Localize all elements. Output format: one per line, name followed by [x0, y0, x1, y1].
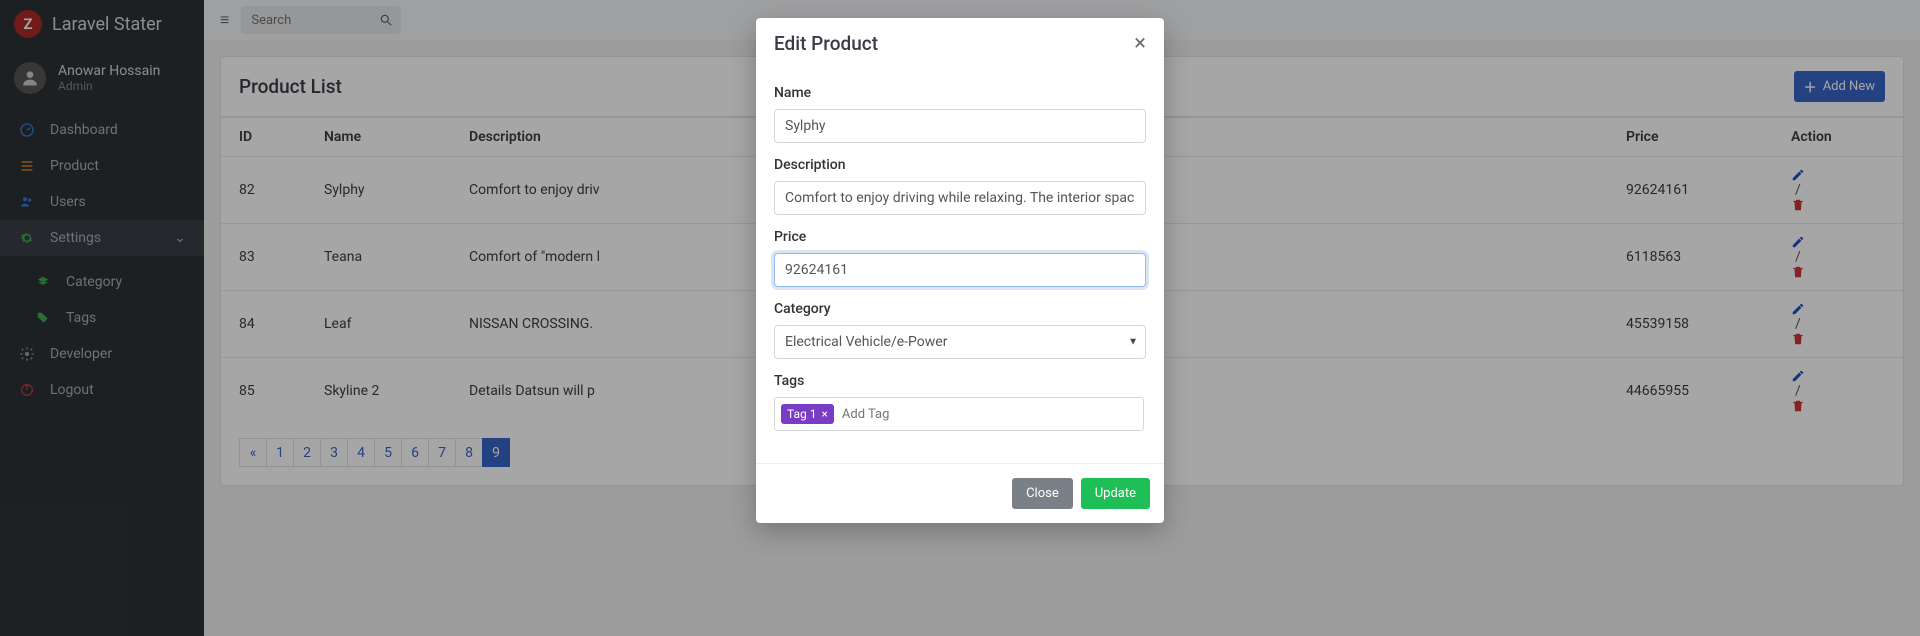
- close-button[interactable]: Close: [1012, 478, 1073, 509]
- tag-chip[interactable]: Tag 1 ×: [781, 404, 834, 424]
- modal-header: Edit Product ×: [756, 18, 1164, 69]
- category-select-wrap: Electrical Vehicle/e-Power ▼: [774, 325, 1146, 359]
- category-select[interactable]: Electrical Vehicle/e-Power: [774, 325, 1146, 359]
- edit-product-modal: Edit Product × Name Description Price Ca…: [756, 18, 1164, 523]
- price-label: Price: [774, 229, 1146, 245]
- tags-box[interactable]: Tag 1 ×: [774, 397, 1144, 431]
- close-icon[interactable]: ×: [1134, 33, 1146, 55]
- modal-footer: Close Update: [756, 464, 1164, 523]
- price-input[interactable]: [774, 253, 1146, 287]
- modal-title: Edit Product: [774, 32, 878, 55]
- description-label: Description: [774, 157, 1146, 173]
- remove-tag-icon[interactable]: ×: [821, 407, 827, 421]
- update-button[interactable]: Update: [1081, 478, 1150, 509]
- modal-body: Name Description Price Category Electric…: [756, 69, 1164, 464]
- category-label: Category: [774, 301, 1146, 317]
- name-input[interactable]: [774, 109, 1146, 143]
- description-input[interactable]: [774, 181, 1146, 215]
- tags-label: Tags: [774, 373, 1146, 389]
- tags-input[interactable]: [842, 407, 1137, 422]
- tag-chip-label: Tag 1: [787, 407, 816, 421]
- name-label: Name: [774, 85, 1146, 101]
